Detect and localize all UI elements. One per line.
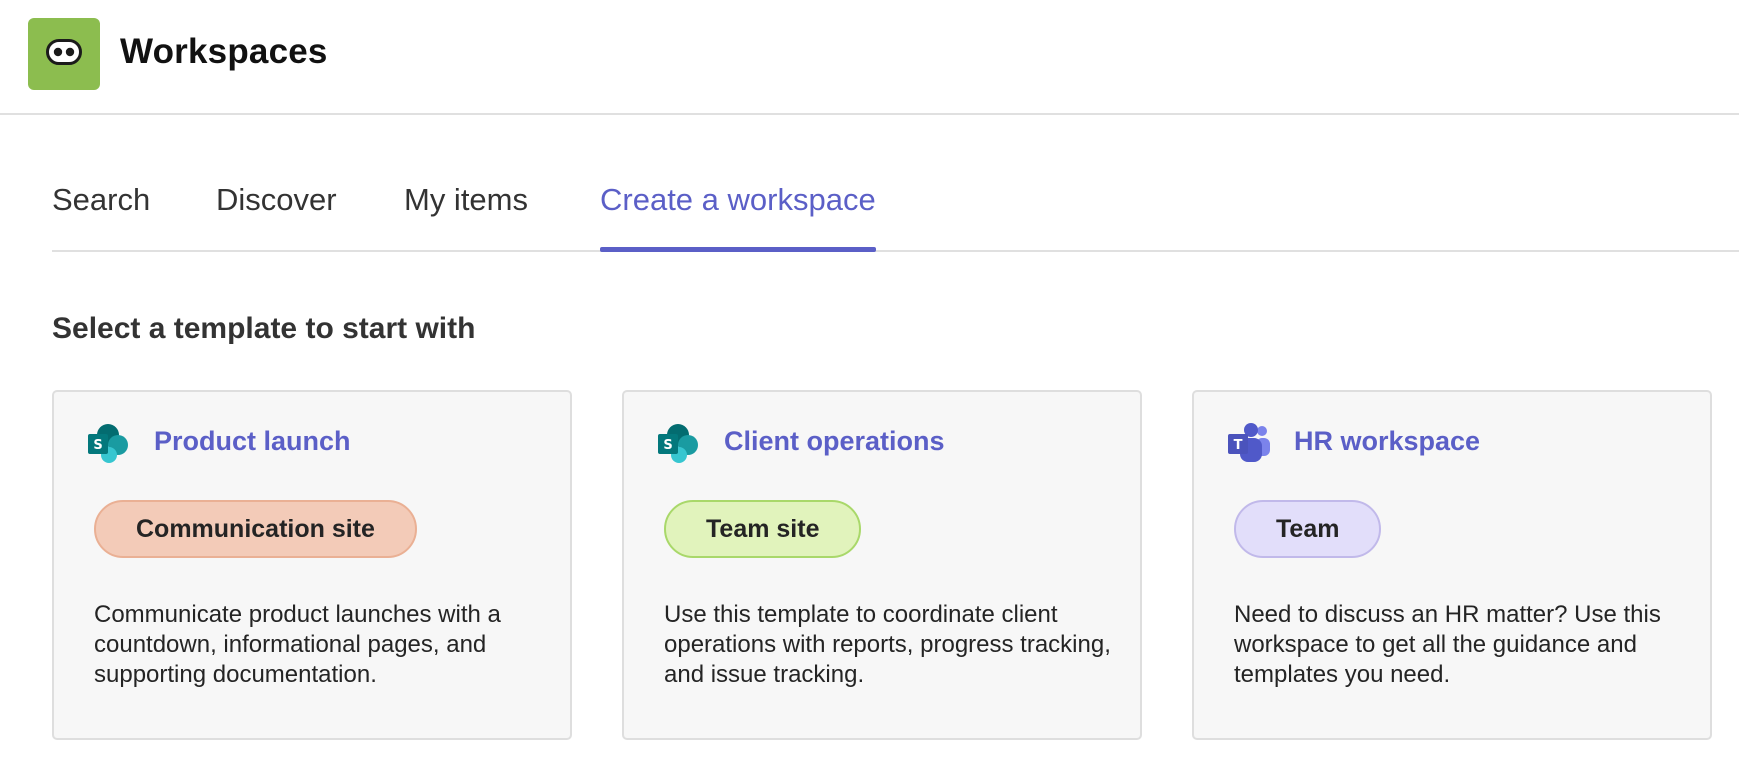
sharepoint-icon: S bbox=[658, 422, 702, 466]
tab-discover[interactable]: Discover bbox=[216, 150, 337, 250]
template-card-hr-workspace[interactable]: T HR workspace Team Need to discuss an H… bbox=[1192, 390, 1712, 740]
tab-search[interactable]: Search bbox=[52, 150, 150, 250]
template-card-product-launch[interactable]: S Product launch Communication site Comm… bbox=[52, 390, 572, 740]
svg-text:S: S bbox=[93, 438, 102, 453]
template-card-client-operations[interactable]: S Client operations Team site Use this t… bbox=[622, 390, 1142, 740]
svg-text:S: S bbox=[663, 438, 672, 453]
teams-icon: T bbox=[1228, 422, 1272, 466]
app-title: Workspaces bbox=[120, 32, 328, 71]
section-title: Select a template to start with bbox=[52, 312, 476, 345]
app-header: Workspaces bbox=[0, 0, 1739, 115]
card-description: Need to discuss an HR matter? Use this w… bbox=[1234, 601, 1661, 688]
card-description: Use this template to coordinate client o… bbox=[664, 601, 1111, 688]
card-title: Client operations bbox=[724, 426, 945, 456]
tab-my-items[interactable]: My items bbox=[404, 150, 528, 250]
tab-bar: Search Discover My items Create a worksp… bbox=[52, 150, 1739, 252]
template-type-badge: Team site bbox=[664, 500, 862, 558]
eyes-icon bbox=[46, 38, 82, 70]
app-logo bbox=[28, 18, 100, 90]
template-type-badge: Team bbox=[1234, 500, 1382, 558]
svg-text:T: T bbox=[1234, 438, 1243, 453]
card-title: Product launch bbox=[154, 426, 351, 456]
tab-create-a-workspace[interactable]: Create a workspace bbox=[600, 150, 876, 252]
sharepoint-icon: S bbox=[88, 422, 132, 466]
template-type-badge: Communication site bbox=[94, 500, 417, 558]
card-description: Communicate product launches with a coun… bbox=[94, 601, 501, 688]
card-title: HR workspace bbox=[1294, 426, 1481, 456]
